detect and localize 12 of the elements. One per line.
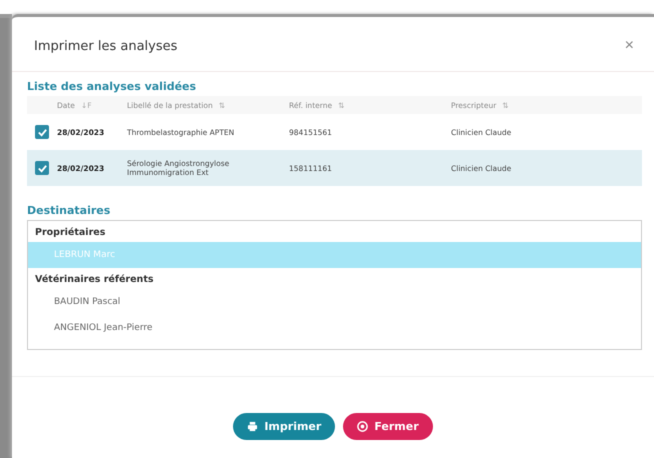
section-title: Destinataires bbox=[27, 204, 112, 217]
print-button[interactable]: Imprimer bbox=[233, 413, 336, 440]
group-label: Propriétaires bbox=[34, 226, 106, 240]
close-button[interactable]: Fermer bbox=[343, 413, 433, 440]
close-button[interactable]: × bbox=[620, 37, 638, 55]
section-title: Liste des analyses validées bbox=[27, 80, 198, 93]
checkbox[interactable] bbox=[35, 161, 49, 175]
checkbox[interactable] bbox=[35, 125, 49, 139]
dialog-title: Imprimer les analyses bbox=[34, 38, 178, 54]
printer-icon bbox=[247, 421, 258, 432]
group-label: Vétérinaires référents bbox=[34, 273, 155, 287]
close-circle-icon bbox=[357, 421, 368, 432]
